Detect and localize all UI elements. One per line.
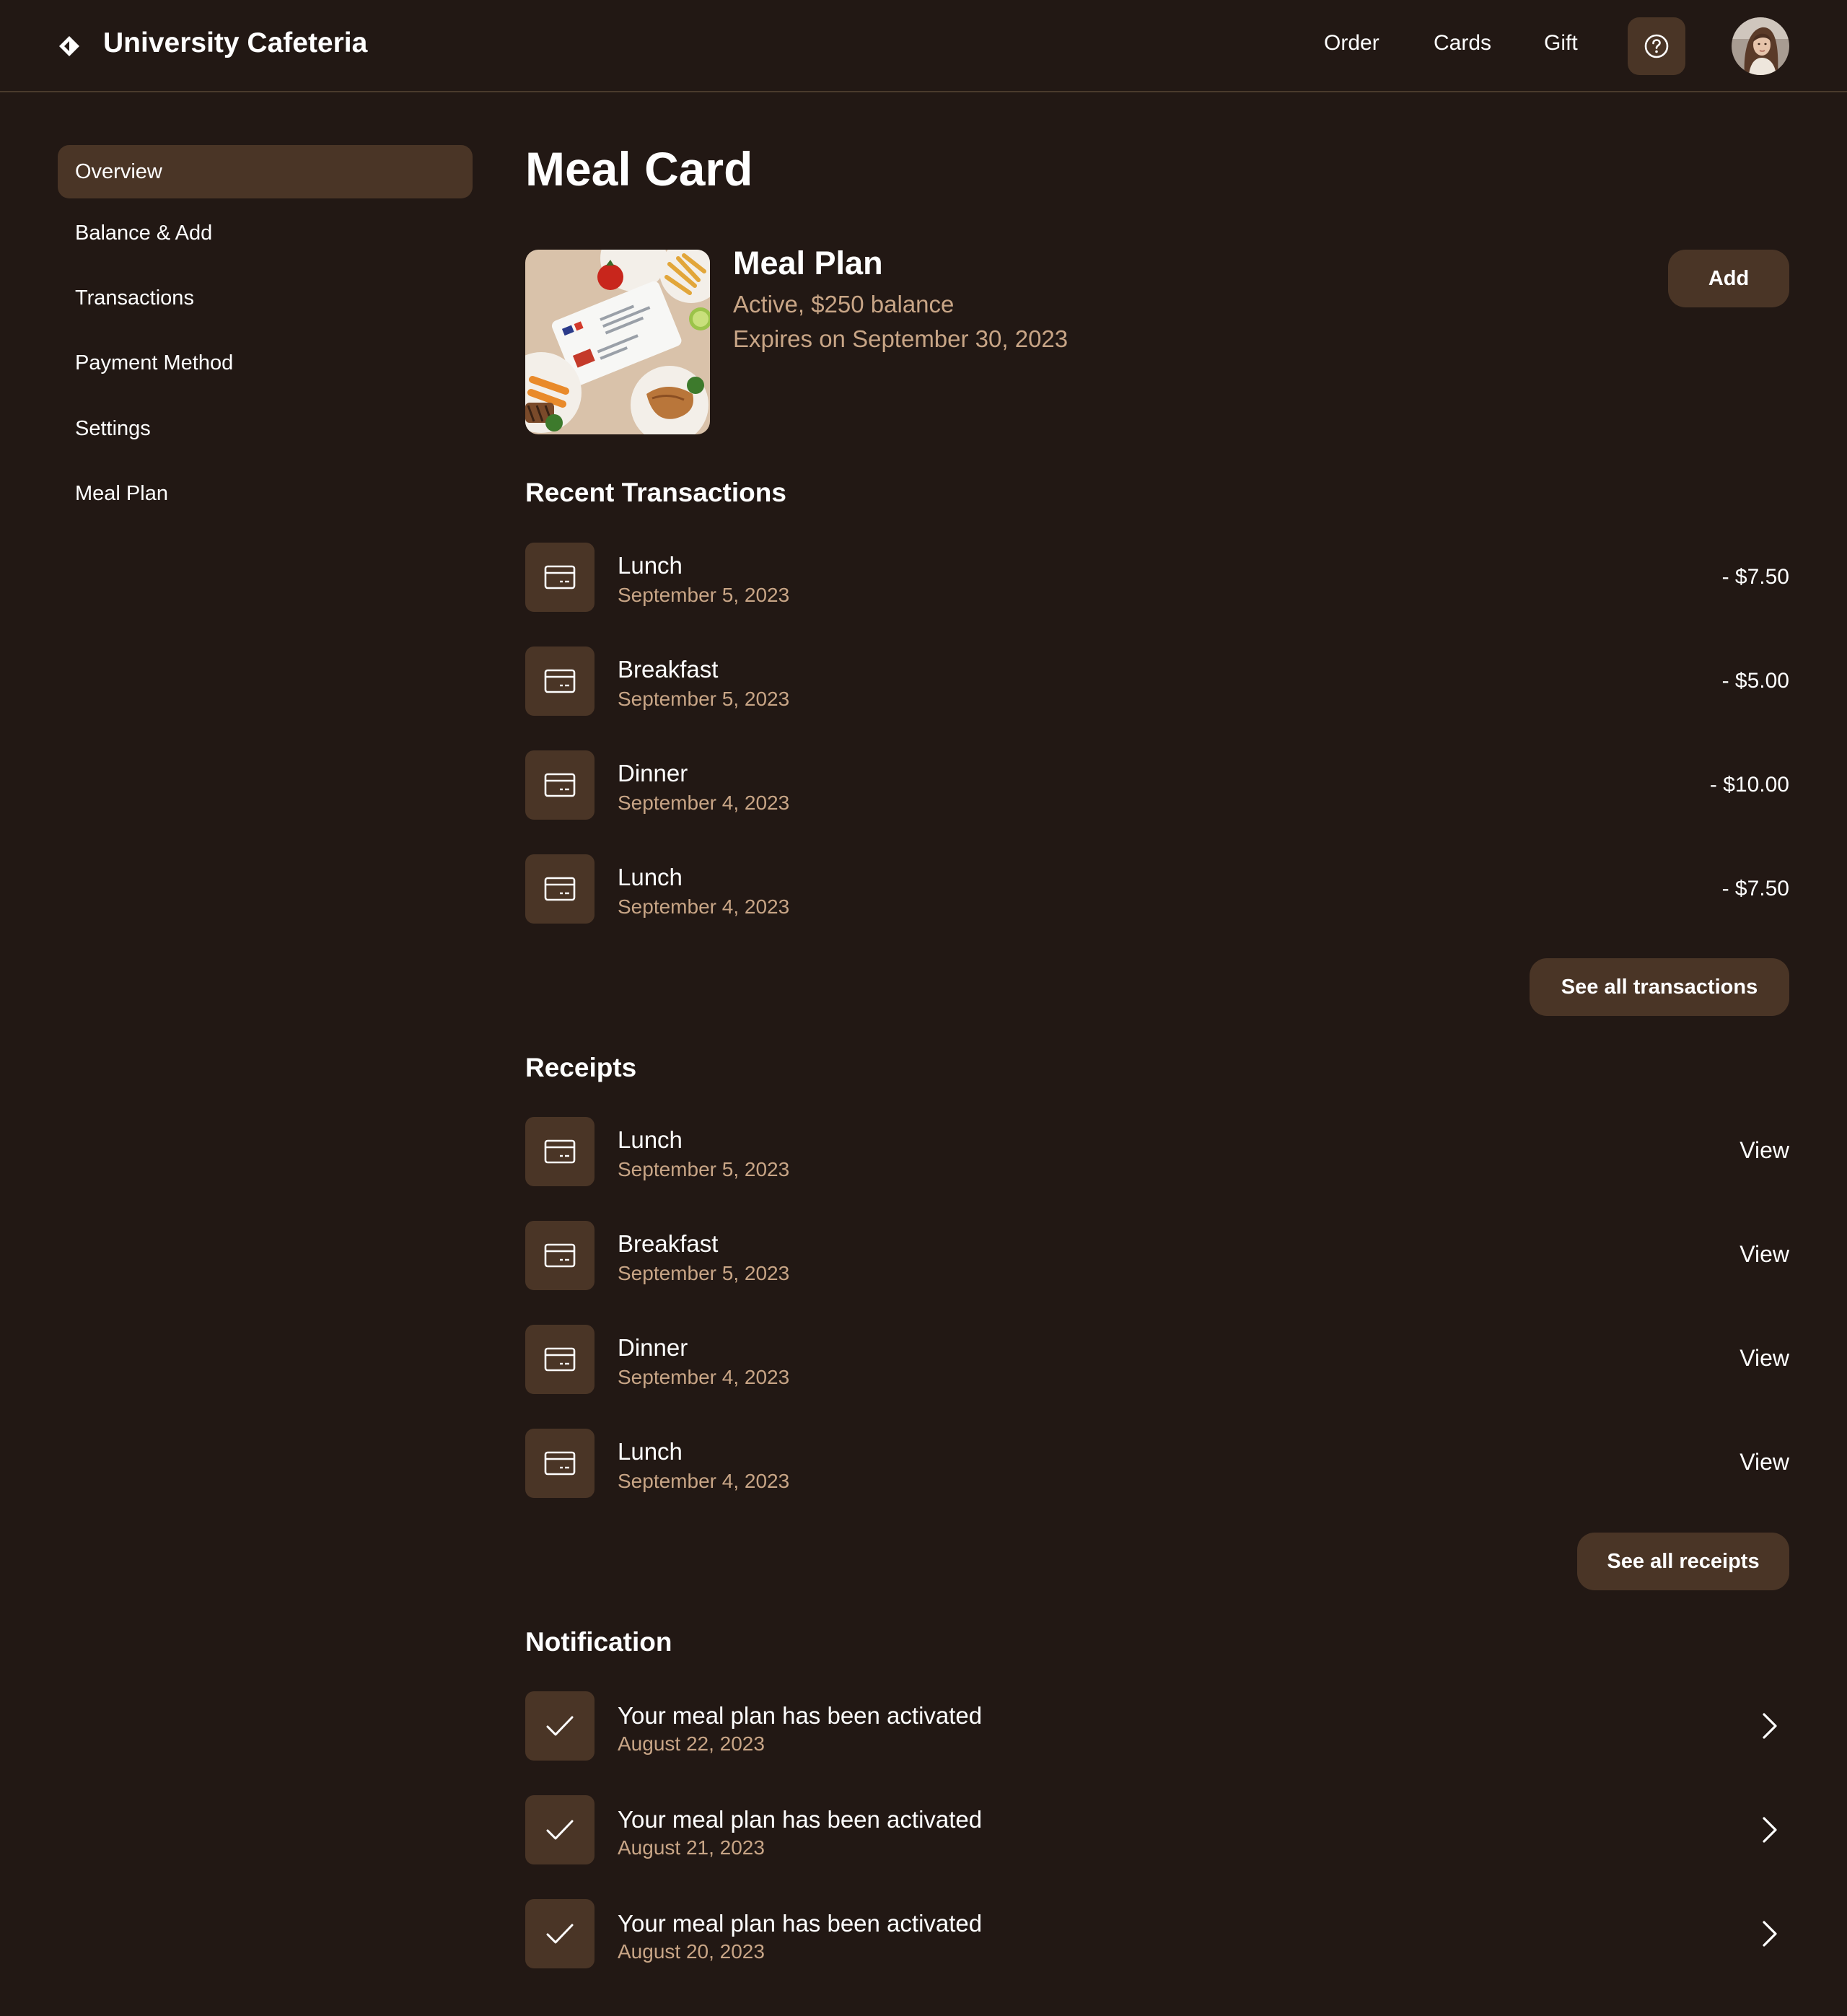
top-header: University Cafeteria Order Cards Gift — [0, 0, 1847, 92]
notification-title: Your meal plan has been activated — [618, 1702, 983, 1729]
check-icon — [546, 1924, 574, 1944]
meal-plan-status: Active, $250 balance — [733, 291, 955, 317]
transaction-icon-box — [525, 1221, 595, 1290]
receipt-date: September 5, 2023 — [618, 1262, 790, 1284]
receipt-title: Breakfast — [618, 1230, 719, 1257]
transaction-icon-box — [525, 1117, 595, 1186]
transaction-amount: - $7.50 — [1721, 565, 1789, 589]
meal-card-photo — [525, 250, 710, 434]
check-icon — [546, 1716, 574, 1736]
nav-cards[interactable]: Cards — [1434, 27, 1491, 59]
credit-card-icon — [544, 773, 576, 797]
transaction-amount: - $10.00 — [1709, 773, 1789, 797]
notification-title: Your meal plan has been activated — [618, 1806, 983, 1833]
chevron-right-icon[interactable] — [1755, 1919, 1784, 1948]
app-title: University Cafeteria — [103, 27, 368, 58]
diamond-icon — [59, 36, 79, 56]
transaction-title: Lunch — [618, 552, 683, 579]
credit-card-icon — [544, 565, 576, 590]
transaction-date: September 5, 2023 — [618, 688, 790, 710]
transaction-title: Dinner — [618, 760, 688, 786]
transaction-icon-box — [525, 543, 595, 612]
see-all-receipts-button[interactable]: See all receipts — [1577, 1533, 1789, 1590]
receipt-view-link[interactable]: View — [1739, 1342, 1789, 1374]
help-button[interactable] — [1628, 17, 1685, 75]
meal-plan-expiry: Expires on September 30, 2023 — [733, 325, 1069, 352]
avatar-image — [1732, 17, 1789, 75]
receipt-view-link[interactable]: View — [1739, 1446, 1789, 1478]
notification-title: Notification — [525, 1627, 672, 1657]
transaction-icon-box — [525, 750, 595, 820]
receipts-title: Receipts — [525, 1053, 637, 1082]
notification-date: August 20, 2023 — [618, 1940, 765, 1963]
meal-plan-image — [525, 250, 710, 434]
receipt-date: September 4, 2023 — [618, 1470, 790, 1492]
page-title: Meal Card — [525, 142, 753, 196]
credit-card-icon — [544, 669, 576, 693]
nav-gift[interactable]: Gift — [1544, 27, 1578, 59]
receipt-date: September 4, 2023 — [618, 1366, 790, 1388]
receipt-title: Lunch — [618, 1126, 683, 1153]
sidebar-item-meal-plan[interactable]: Meal Plan — [58, 467, 473, 520]
notification-date: August 22, 2023 — [618, 1732, 765, 1755]
question-circle-icon — [1644, 34, 1669, 58]
transaction-date: September 4, 2023 — [618, 792, 790, 814]
transaction-icon-box — [525, 1429, 595, 1498]
credit-card-icon — [544, 1243, 576, 1268]
chevron-right-icon[interactable] — [1755, 1815, 1784, 1844]
sidebar-item-payment-method[interactable]: Payment Method — [58, 336, 473, 390]
receipt-date: September 5, 2023 — [618, 1158, 790, 1180]
sidebar-item-settings[interactable]: Settings — [58, 402, 473, 455]
notification-icon-box — [525, 1795, 595, 1864]
meal-plan-name: Meal Plan — [733, 245, 883, 281]
see-all-transactions-button[interactable]: See all transactions — [1530, 958, 1789, 1016]
sidebar-item-overview[interactable]: Overview — [58, 145, 473, 198]
add-funds-button[interactable]: Add — [1668, 250, 1789, 307]
sidebar-item-balance-add[interactable]: Balance & Add — [58, 206, 473, 260]
recent-transactions-title: Recent Transactions — [525, 478, 786, 507]
transaction-title: Breakfast — [618, 656, 719, 683]
transaction-icon-box — [525, 647, 595, 716]
receipt-title: Lunch — [618, 1438, 683, 1465]
chevron-right-icon[interactable] — [1755, 1712, 1784, 1740]
credit-card-icon — [544, 877, 576, 901]
transaction-icon-box — [525, 854, 595, 924]
transaction-date: September 4, 2023 — [618, 895, 790, 918]
nav-order[interactable]: Order — [1324, 27, 1379, 59]
credit-card-icon — [544, 1347, 576, 1372]
transaction-amount: - $5.00 — [1721, 669, 1789, 693]
transaction-icon-box — [525, 1325, 595, 1394]
user-avatar[interactable] — [1732, 17, 1789, 75]
transaction-date: September 5, 2023 — [618, 584, 790, 606]
receipt-view-link[interactable]: View — [1739, 1134, 1789, 1166]
notification-icon-box — [525, 1899, 595, 1968]
transaction-title: Lunch — [618, 864, 683, 890]
receipt-view-link[interactable]: View — [1739, 1238, 1789, 1270]
sidebar-item-transactions[interactable]: Transactions — [58, 271, 473, 325]
check-icon — [546, 1820, 574, 1840]
notification-date: August 21, 2023 — [618, 1836, 765, 1859]
notification-icon-box — [525, 1691, 595, 1761]
notification-title: Your meal plan has been activated — [618, 1910, 983, 1937]
credit-card-icon — [544, 1451, 576, 1476]
transaction-amount: - $7.50 — [1721, 877, 1789, 900]
credit-card-icon — [544, 1139, 576, 1164]
receipt-title: Dinner — [618, 1334, 688, 1361]
